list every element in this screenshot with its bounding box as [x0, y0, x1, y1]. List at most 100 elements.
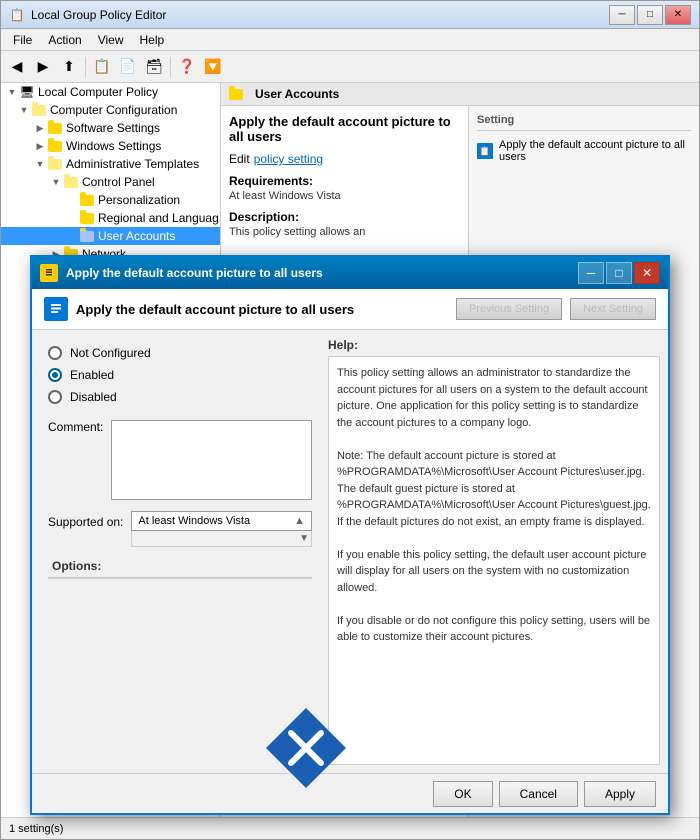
computer-icon: 🖥 [19, 85, 35, 99]
policy-link[interactable]: policy setting [254, 152, 323, 166]
dialog-close-button[interactable]: ✕ [634, 262, 660, 284]
maximize-button[interactable]: □ [637, 5, 663, 25]
tree-reg-label: Regional and Languag... [98, 211, 221, 225]
copy-button[interactable]: 📋 [90, 55, 114, 79]
tree-pers-label: Personalization [98, 193, 180, 207]
options-title: Options: [48, 555, 312, 577]
close-button[interactable]: ✕ [665, 5, 691, 25]
next-setting-button[interactable]: Next Setting [570, 298, 656, 320]
radio-not-configured-circle [48, 346, 62, 360]
tree-admin-templates[interactable]: ▼ Administrative Templates [1, 155, 220, 173]
help-box: This policy setting allows an administra… [328, 356, 660, 765]
dialog-inner-header: Apply the default account picture to all… [32, 289, 668, 330]
menu-action[interactable]: Action [40, 31, 89, 49]
tree-computer-config[interactable]: ▼ Computer Configuration [1, 101, 220, 119]
radio-enabled-circle [48, 368, 62, 382]
help-button[interactable]: ❓ [175, 55, 199, 79]
folder-cc-icon [31, 103, 47, 117]
description-title: Description: [229, 210, 460, 224]
app-icon: 📋 [9, 7, 25, 23]
supported-value-field: At least Windows Vista ▲ [131, 511, 312, 531]
setting-item-icon: 📋 [477, 143, 493, 159]
tree-control-panel[interactable]: ▼ Control Panel [1, 173, 220, 191]
tree-personalization[interactable]: ▶ Personalization [1, 191, 220, 209]
supported-scrollbar-bottom: ▼ [131, 531, 312, 547]
tree-regional[interactable]: ▶ Regional and Languag... [1, 209, 220, 227]
requirements-title: Requirements: [229, 174, 460, 188]
dialog-title-icon [40, 264, 58, 282]
comment-textarea[interactable] [111, 420, 312, 500]
back-button[interactable]: ◀ [5, 55, 29, 79]
toolbar-separator-2 [170, 57, 171, 77]
dialog-title-bar: Apply the default account picture to all… [32, 257, 668, 289]
folder-cp-icon [63, 175, 79, 189]
tree-toggle-root[interactable]: ▼ [5, 85, 19, 99]
radio-not-configured[interactable]: Not Configured [48, 346, 312, 360]
app-title: Local Group Policy Editor [31, 8, 609, 22]
policy-name: Apply the default account picture to all… [229, 114, 460, 144]
menu-view[interactable]: View [90, 31, 132, 49]
setting-item: 📋 Apply the default account picture to a… [477, 137, 691, 165]
comment-section: Comment: [40, 420, 320, 503]
prev-setting-button[interactable]: Previous Setting [456, 298, 562, 320]
supported-section: Supported on: At least Windows Vista ▲ ▼ [40, 511, 320, 547]
up-button[interactable]: ⬆ [57, 55, 81, 79]
radio-enabled[interactable]: Enabled [48, 368, 312, 382]
tree-at-label: Administrative Templates [66, 157, 199, 171]
filter-button[interactable]: 🔽 [201, 55, 225, 79]
paste-button[interactable]: 📄 [116, 55, 140, 79]
supported-scroll-icon: ▲ [294, 515, 305, 527]
radio-disabled-circle [48, 390, 62, 404]
radio-disabled[interactable]: Disabled [48, 390, 312, 404]
help-title: Help: [328, 338, 660, 352]
help-text-para1: This policy setting allows an administra… [337, 365, 651, 431]
tree-ss-label: Software Settings [66, 121, 160, 135]
edit-label: Edit [229, 152, 250, 166]
radio-group: Not Configured Enabled Disabled [40, 338, 320, 412]
requirements-value: At least Windows Vista [229, 190, 460, 202]
ok-button[interactable]: OK [433, 781, 492, 807]
header-folder-icon [229, 89, 243, 100]
minimize-button[interactable]: ─ [609, 5, 635, 25]
cancel-button[interactable]: Cancel [499, 781, 578, 807]
tree-toggle-ss[interactable]: ▶ [33, 121, 47, 135]
status-bar: 1 setting(s) [1, 817, 699, 839]
status-text: 1 setting(s) [9, 823, 63, 835]
comment-label: Comment: [48, 420, 103, 434]
tree-ws-label: Windows Settings [66, 139, 161, 153]
toolbar-separator-1 [85, 57, 86, 77]
policy-edit-row: Edit policy setting [229, 152, 460, 166]
apply-button[interactable]: Apply [584, 781, 656, 807]
window-controls: ─ □ ✕ [609, 5, 691, 25]
folder-reg-icon [79, 211, 95, 225]
supported-label: Supported on: [48, 511, 123, 529]
dialog-left-panel: Not Configured Enabled Disabled Comment: [40, 338, 320, 765]
description-text: This policy setting allows an [229, 226, 460, 238]
dialog-minimize-button[interactable]: ─ [578, 262, 604, 284]
tree-toggle-at[interactable]: ▼ [33, 157, 47, 171]
tree-toggle-cp[interactable]: ▼ [49, 175, 63, 189]
dialog-maximize-button[interactable]: □ [606, 262, 632, 284]
tree-software-settings[interactable]: ▶ Software Settings [1, 119, 220, 137]
tree-windows-settings[interactable]: ▶ Windows Settings [1, 137, 220, 155]
dialog-inner-icon [44, 297, 68, 321]
tree-toggle-cc[interactable]: ▼ [17, 103, 31, 117]
folder-at-icon [47, 157, 63, 171]
tree-cc-label: Computer Configuration [50, 103, 177, 117]
folder-pers-icon [79, 193, 95, 207]
tree-cp-label: Control Panel [82, 175, 155, 189]
tree-user-accounts[interactable]: ▶ User Accounts [1, 227, 220, 245]
toolbar: ◀ ▶ ⬆ 📋 📄 🗃 ❓ 🔽 [1, 51, 699, 83]
forward-button[interactable]: ▶ [31, 55, 55, 79]
help-text-para2: Note: The default account picture is sto… [337, 448, 651, 531]
tree-root[interactable]: ▼ 🖥 Local Computer Policy [1, 83, 220, 101]
blue-x-overlay [266, 708, 346, 788]
menu-help[interactable]: Help [132, 31, 173, 49]
radio-disabled-label: Disabled [70, 390, 117, 404]
properties-button[interactable]: 🗃 [142, 55, 166, 79]
tree-toggle-ws[interactable]: ▶ [33, 139, 47, 153]
dialog-title-text: Apply the default account picture to all… [66, 266, 576, 280]
help-text-para4: If you disable or do not configure this … [337, 613, 651, 646]
setting-panel-header: Setting [477, 114, 691, 131]
menu-file[interactable]: File [5, 31, 40, 49]
